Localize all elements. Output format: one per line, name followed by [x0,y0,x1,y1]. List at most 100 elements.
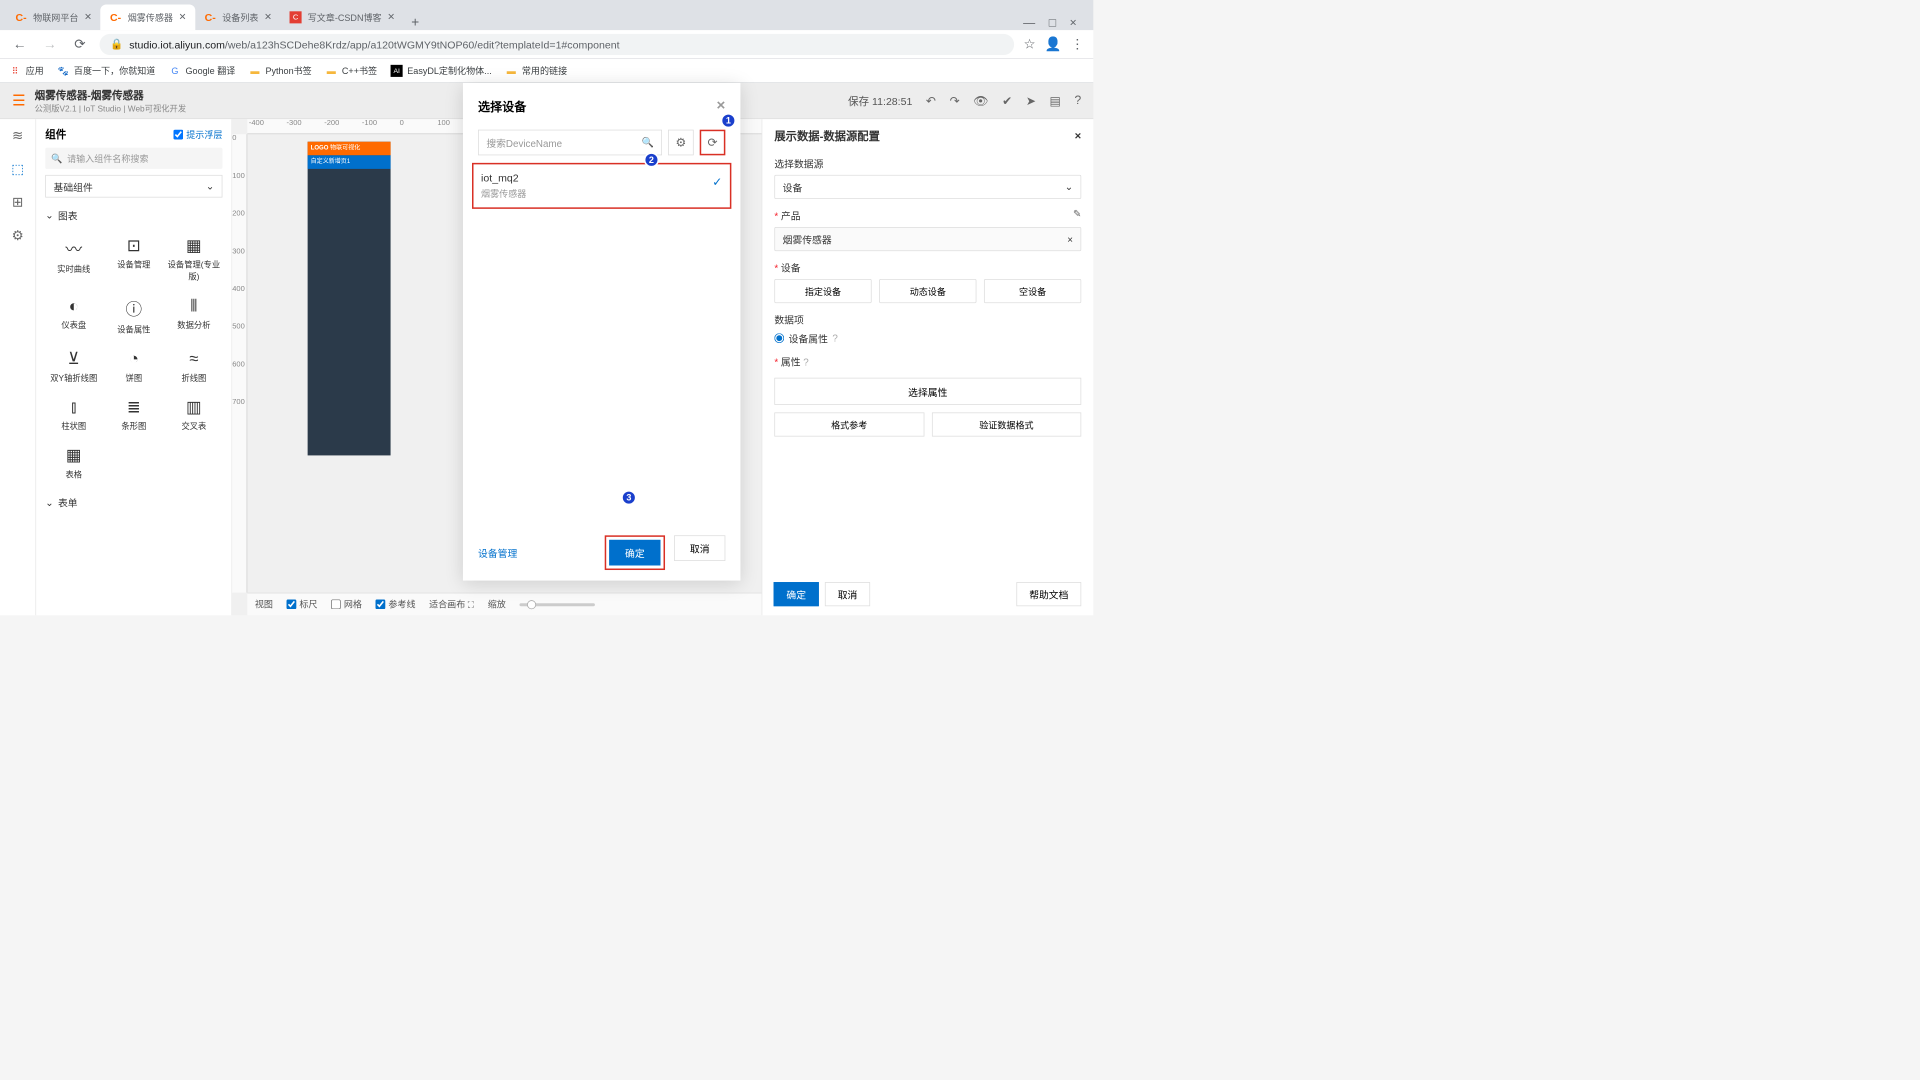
reload-icon[interactable]: ⟳ [69,36,90,52]
close-icon[interactable]: × [717,97,726,114]
dynamic-device-button[interactable]: 动态设备 [879,279,976,303]
edit-icon[interactable]: ✎ [1073,208,1081,220]
rpanel-cancel-button[interactable]: 取消 [825,582,870,606]
component-icon: ≣ [127,397,141,417]
bookmark-cpp[interactable]: ▬C++书签 [325,64,377,77]
help-doc-button[interactable]: 帮助文档 [1016,582,1081,606]
device-list-item[interactable]: iot_mq2 烟雾传感器 ✓ [472,163,731,209]
tab-csdn[interactable]: C写文章-CSDN博客× [281,5,404,31]
component-item[interactable]: ▦设备管理(专业版) [165,231,222,287]
category-form[interactable]: ⌄表单 [45,491,222,514]
minimize-icon[interactable]: — [1023,17,1035,31]
redo-icon[interactable]: ↷ [950,93,960,108]
component-item[interactable]: ⓘ设备属性 [105,292,162,340]
category-chart[interactable]: ⌄图表 [45,204,222,227]
component-item[interactable]: ≈折线图 [165,345,222,389]
forward-icon[interactable]: → [39,36,60,52]
undo-icon[interactable]: ↶ [926,93,936,108]
bookmark-easydl[interactable]: AIEasyDL定制化物体... [391,64,492,77]
url-input[interactable]: 🔒 studio.iot.aliyun.com/web/a123hSCDehe8… [100,34,1015,55]
ruler-checkbox[interactable]: 标尺 [287,598,318,611]
rail-settings-icon[interactable]: ⚙ [9,226,27,244]
address-bar: ← → ⟳ 🔒 studio.iot.aliyun.com/web/a123hS… [0,30,1093,59]
component-icon: ⫴ [190,296,197,316]
component-label: 条形图 [121,420,146,432]
help-icon[interactable]: ? [1075,94,1082,108]
device-property-radio[interactable]: 设备属性 ? [774,331,1081,345]
component-item[interactable]: ⫾柱状图 [45,393,102,437]
clear-icon[interactable]: × [1067,233,1073,244]
rail-structure-icon[interactable]: ⊞ [9,193,27,211]
close-icon[interactable]: × [179,11,186,25]
component-icon: ▦ [66,446,82,466]
list-icon[interactable]: ▤ [1050,93,1061,108]
bookmark-baidu[interactable]: 🐾百度一下，你就知道 [57,64,155,77]
component-item[interactable]: ⫴数据分析 [165,292,222,340]
search-icon[interactable]: 🔍 [642,136,654,148]
close-icon[interactable]: × [84,11,91,25]
validate-format-button[interactable]: 验证数据格式 [932,412,1082,436]
check-icon[interactable]: ✔ [1002,93,1012,108]
empty-device-button[interactable]: 空设备 [984,279,1081,303]
grid-checkbox[interactable]: 网格 [331,598,362,611]
component-item[interactable]: ▦表格 [45,441,102,485]
close-icon[interactable]: × [388,11,395,25]
menu-icon[interactable]: ⋮ [1071,36,1085,52]
rail-components-icon[interactable]: ⬚ [9,160,27,178]
component-label: 设备管理(专业版) [165,259,222,283]
tab-smoke-sensor[interactable]: C-烟雾传感器× [101,5,196,31]
guide-checkbox[interactable]: 参考线 [376,598,416,611]
settings-icon[interactable]: ⚙ [668,130,694,156]
info-icon: ? [803,357,808,368]
close-window-icon[interactable]: × [1070,17,1077,31]
apps-button[interactable]: ⠿应用 [9,64,44,77]
zoom-slider[interactable] [519,603,594,606]
component-category-select[interactable]: 基础组件⌄ [45,175,222,198]
refresh-icon[interactable]: ⟳ [700,130,726,156]
modal-cancel-button[interactable]: 取消 [674,535,725,561]
close-icon[interactable]: × [264,11,271,25]
rpanel-title: 展示数据-数据源配置 [774,128,880,144]
publish-icon[interactable]: ➤ [1026,93,1036,108]
close-icon[interactable]: × [1075,130,1082,143]
bookmark-common[interactable]: ▬常用的链接 [505,64,567,77]
star-icon[interactable]: ☆ [1024,36,1036,52]
device-manage-link[interactable]: 设备管理 [478,546,517,560]
component-item[interactable]: ◐仪表盘 [45,292,102,340]
component-item[interactable]: ▥交叉表 [165,393,222,437]
menu-icon[interactable]: ☰ [12,91,26,110]
tab-iot-platform[interactable]: C-物联网平台× [6,5,101,31]
component-item[interactable]: 〰实时曲线 [45,231,102,287]
datasource-select[interactable]: 设备⌄ [774,175,1081,199]
back-icon[interactable]: ← [9,36,30,52]
fit-canvas-button[interactable]: 适合画布 ⛶ [429,598,474,611]
zoom-label: 缩放 [488,598,506,611]
aliyun-icon: C- [204,11,216,23]
rail-layers-icon[interactable]: ≋ [9,127,27,145]
device-search-input[interactable]: 搜索DeviceName🔍 [478,130,662,156]
component-search[interactable]: 🔍请输入组件名称搜索 [45,148,222,169]
component-item[interactable]: ◔饼图 [105,345,162,389]
folder-icon: ▬ [505,64,517,76]
component-item[interactable]: ≣ 条形图 [105,393,162,437]
tab-device-list[interactable]: C-设备列表× [195,5,280,31]
product-value[interactable]: 烟雾传感器× [774,227,1081,251]
new-tab-button[interactable]: + [404,14,427,30]
bookmark-google-translate[interactable]: GGoogle 翻译 [169,64,235,77]
preview-icon[interactable]: 👁 [973,93,988,108]
maximize-icon[interactable]: □ [1049,17,1056,31]
modal-ok-button[interactable]: 确定 [609,540,660,566]
rpanel-ok-button[interactable]: 确定 [774,582,819,606]
bookmark-python[interactable]: ▬Python书签 [249,64,312,77]
select-attribute-button[interactable]: 选择属性 [774,378,1081,405]
component-item[interactable]: ⊻双Y轴折线图 [45,345,102,389]
canvas-page[interactable]: LOGO 物联可视化 自定义新增页1 [308,142,391,456]
csdn-icon: C [290,11,302,23]
profile-icon[interactable]: 👤 [1045,36,1062,52]
callout-2: 2 [644,152,659,167]
float-layer-checkbox[interactable]: 提示浮层 [173,128,222,141]
apps-icon: ⠿ [9,64,21,76]
designate-device-button[interactable]: 指定设备 [774,279,871,303]
component-item[interactable]: ⊡设备管理 [105,231,162,287]
format-reference-button[interactable]: 格式参考 [774,412,924,436]
